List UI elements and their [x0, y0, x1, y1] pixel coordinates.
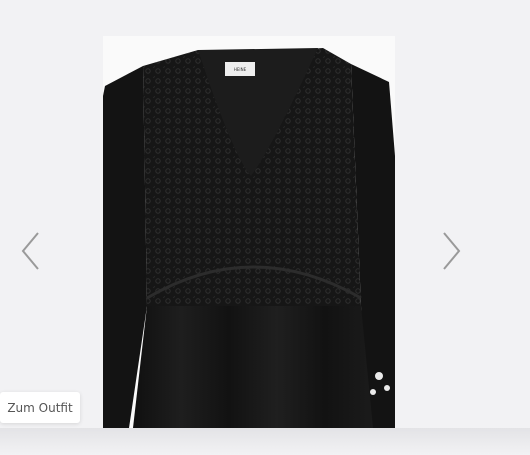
product-gallery: HEINE Zum Outfit [0, 0, 530, 455]
previous-image-button[interactable] [20, 231, 42, 271]
chevron-right-icon [443, 232, 461, 270]
garment-label: HEINE [234, 67, 247, 72]
chevron-left-icon [21, 232, 39, 270]
dress-illustration: HEINE [103, 36, 395, 428]
zum-outfit-label: Zum Outfit [7, 400, 73, 415]
gallery-bottom-shadow [0, 428, 530, 455]
next-image-button[interactable] [440, 231, 462, 271]
product-image[interactable]: HEINE [103, 36, 395, 428]
zum-outfit-button[interactable]: Zum Outfit [0, 392, 80, 423]
